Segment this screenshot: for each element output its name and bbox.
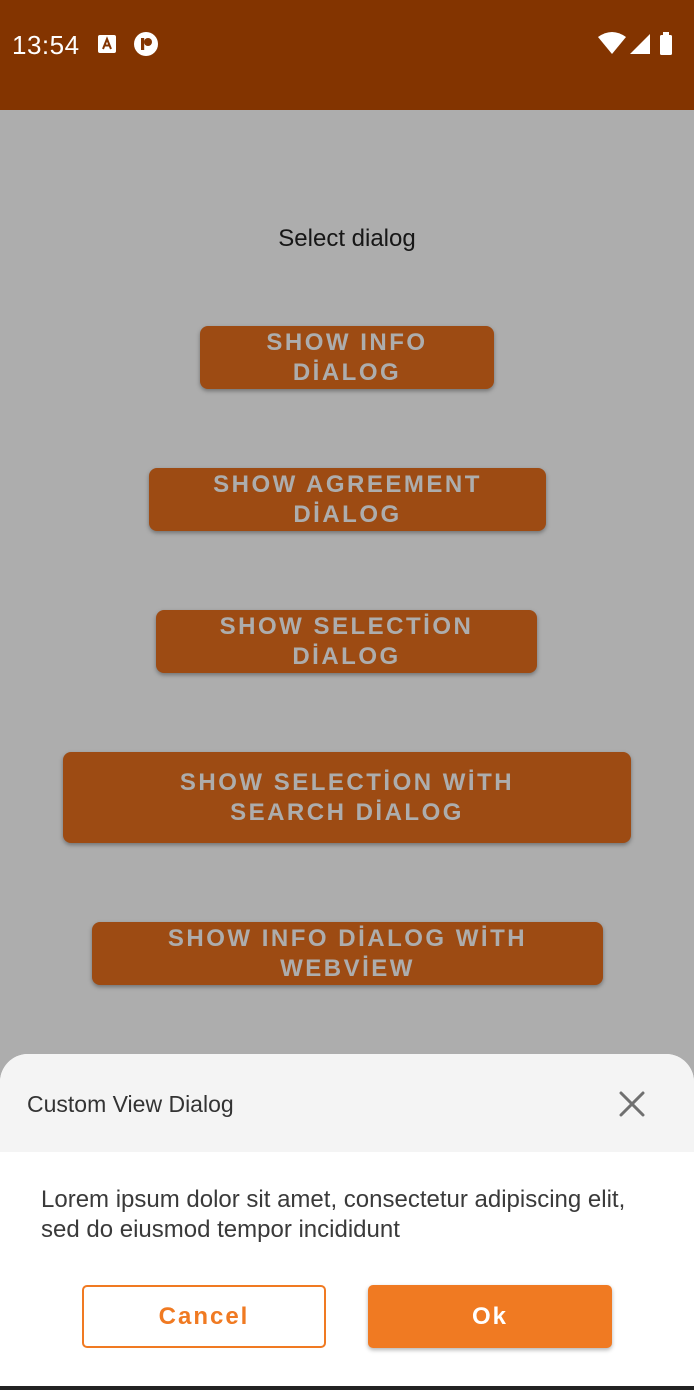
screen: 13:54 Select dialog SHOW INFO DİALOG SHO… <box>0 0 694 1390</box>
p-app-icon <box>133 31 159 57</box>
wifi-icon <box>598 32 626 54</box>
battery-icon <box>660 32 672 55</box>
dialog-title: Custom View Dialog <box>27 1091 234 1117</box>
close-icon[interactable] <box>612 1084 652 1124</box>
custom-view-dialog: Custom View Dialog Lorem ipsum dolor sit… <box>0 1054 694 1390</box>
signal-icon <box>630 34 650 54</box>
cancel-button[interactable]: Cancel <box>82 1285 326 1348</box>
status-time: 13:54 <box>12 30 80 60</box>
navigation-bar <box>0 1386 694 1390</box>
a-app-icon <box>98 35 116 53</box>
status-icons <box>598 31 682 57</box>
status-bar: 13:54 <box>0 0 694 110</box>
dialog-message: Lorem ipsum dolor sit amet, consectetur … <box>41 1186 626 1243</box>
dialog-header: Custom View Dialog <box>0 1054 694 1152</box>
ok-button[interactable]: Ok <box>368 1285 612 1348</box>
